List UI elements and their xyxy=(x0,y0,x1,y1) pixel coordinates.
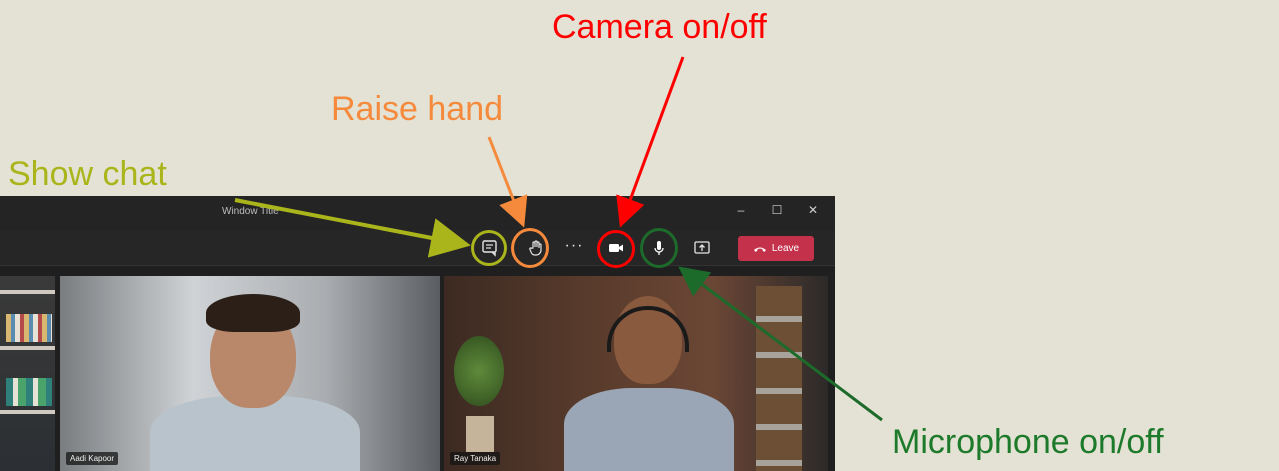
maximize-button[interactable]: ☐ xyxy=(769,202,785,218)
more-button[interactable]: ··· xyxy=(562,234,586,258)
headset xyxy=(607,306,689,352)
bookshelf-books xyxy=(6,314,52,342)
camera-annotation-label: Camera on/off xyxy=(552,8,767,46)
minimize-button[interactable]: – xyxy=(733,202,749,218)
bookshelf-books xyxy=(6,378,52,406)
video-tile-partial xyxy=(0,276,55,471)
meeting-toolbar: CC ··· xyxy=(0,230,835,266)
participant-figure xyxy=(564,388,734,471)
window-title: Window Title xyxy=(222,206,279,217)
captions-text: CC xyxy=(437,243,452,254)
participant-name-tag: Ray Tanaka xyxy=(450,452,501,465)
leave-label: Leave xyxy=(771,243,800,254)
share-screen-icon xyxy=(694,241,710,254)
show-chat-annotation-label: Show chat xyxy=(8,155,167,193)
participant-hair xyxy=(206,294,300,332)
microphone-highlight-ring xyxy=(640,228,678,268)
phone-hangup-icon xyxy=(753,247,766,252)
raise-hand-annotation-label: Raise hand xyxy=(331,90,504,128)
bookshelf-shelf xyxy=(0,346,55,350)
leave-button[interactable]: Leave xyxy=(738,236,814,261)
close-button[interactable]: ✕ xyxy=(805,202,821,218)
bookshelf-shelf xyxy=(0,290,55,294)
participant-video-aadi[interactable]: Aadi Kapoor xyxy=(60,276,440,471)
title-bar: Window Title – ☐ ✕ xyxy=(0,196,835,230)
microphone-annotation-label: Microphone on/off xyxy=(892,423,1164,461)
participant-name-tag: Aadi Kapoor xyxy=(66,452,119,465)
bookshelf-shelf xyxy=(0,410,55,414)
more-icon: ··· xyxy=(564,237,584,254)
raise-hand-highlight-ring xyxy=(511,228,549,268)
camera-highlight-ring xyxy=(597,230,635,268)
plant-decoration xyxy=(454,336,504,406)
plant-pot xyxy=(466,416,494,452)
share-screen-button[interactable] xyxy=(690,236,714,260)
participant-video-ray[interactable]: Ray Tanaka xyxy=(444,276,828,471)
magazine-rack xyxy=(756,286,802,471)
show-chat-highlight-ring xyxy=(471,230,507,266)
meeting-window: Window Title – ☐ ✕ CC ··· Leave Aadi Kap… xyxy=(0,196,835,471)
